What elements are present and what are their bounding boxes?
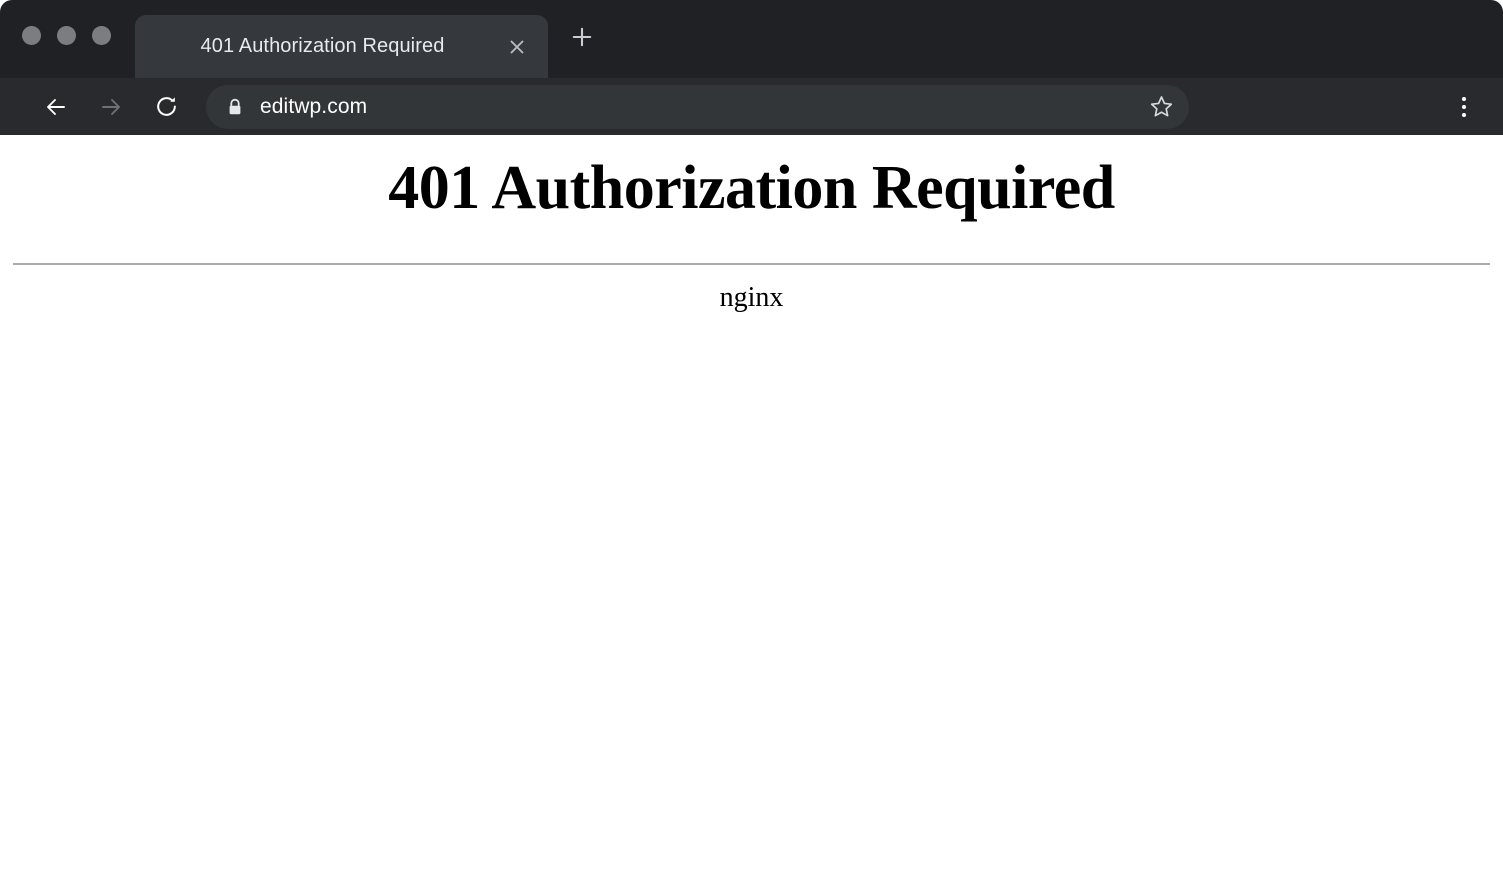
forward-icon[interactable] — [91, 87, 131, 127]
tab-title: 401 Authorization Required — [200, 35, 445, 57]
maximize-window-button[interactable] — [92, 26, 111, 45]
tab-strip: 401 Authorization Required — [0, 0, 1503, 78]
browser-menu-icon[interactable] — [1447, 87, 1481, 127]
reload-icon[interactable] — [146, 87, 186, 127]
page-content: 401 Authorization Required nginx — [0, 135, 1503, 878]
browser-tab-active[interactable]: 401 Authorization Required — [135, 15, 548, 78]
url-text[interactable]: editwp.com — [260, 95, 1141, 119]
browser-toolbar: editwp.com — [0, 78, 1503, 135]
lock-icon — [226, 98, 244, 116]
back-icon[interactable] — [36, 87, 76, 127]
menu-dot-3 — [1462, 112, 1466, 117]
bookmark-star-icon[interactable] — [1141, 87, 1181, 127]
new-tab-button[interactable] — [561, 16, 603, 58]
server-signature: nginx — [719, 282, 784, 314]
browser-window: 401 Authorization Required editwp.com 40… — [0, 0, 1503, 878]
menu-dot-1 — [1462, 96, 1466, 101]
window-traffic-lights — [22, 26, 111, 45]
close-window-button[interactable] — [22, 26, 41, 45]
page-title: 401 Authorization Required — [388, 154, 1115, 222]
minimize-window-button[interactable] — [57, 26, 76, 45]
close-tab-icon[interactable] — [496, 26, 538, 68]
menu-dot-2 — [1462, 104, 1466, 109]
address-bar[interactable]: editwp.com — [206, 84, 1189, 129]
